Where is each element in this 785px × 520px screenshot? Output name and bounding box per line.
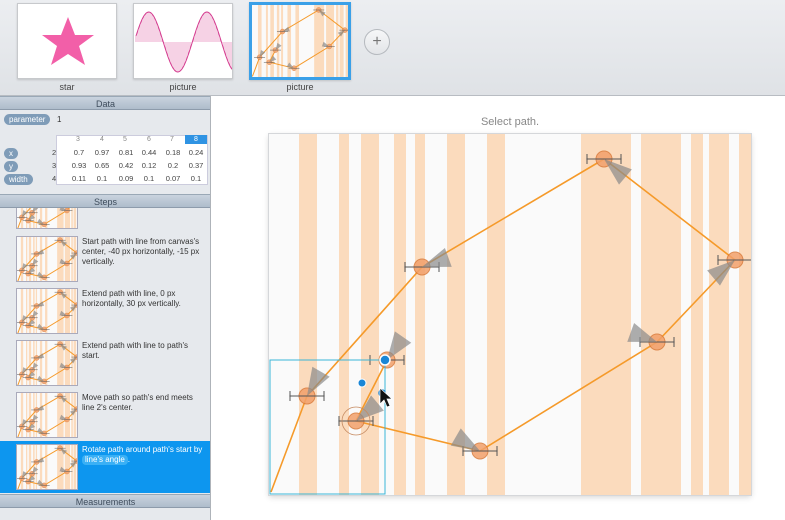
stripe [739, 134, 751, 495]
stripe [299, 134, 317, 495]
data-cell[interactable]: 0.37 [185, 161, 207, 170]
data-cell[interactable]: 0.1 [91, 174, 113, 183]
data-cell[interactable]: 4 [52, 174, 62, 183]
step-item[interactable] [0, 208, 210, 232]
canvas-drawing[interactable] [269, 134, 751, 495]
step-text: Extend path with line, 0 px horizontally… [82, 289, 181, 308]
step-item[interactable]: Start path with line from canvas's cente… [0, 233, 210, 285]
data-cell[interactable]: 0.1 [138, 174, 160, 183]
stripe [709, 134, 729, 495]
data-cell[interactable]: 0.24 [185, 148, 207, 157]
thumbnail-sine[interactable] [133, 3, 233, 79]
data-cell[interactable]: 0.93 [68, 161, 90, 170]
sidebar: Data parameter 1 3 4 5 6 7 8 x y width 2… [0, 96, 211, 520]
stripe [361, 134, 379, 495]
step-thumbnail [16, 444, 78, 490]
data-cell[interactable]: 0.81 [115, 148, 137, 157]
data-cell[interactable]: 0.42 [115, 161, 137, 170]
column-header[interactable]: 5 [114, 135, 136, 144]
step-item-selected[interactable]: Rotate path around path's start by line'… [0, 441, 210, 493]
stripe [641, 134, 681, 495]
steps-section-header[interactable]: Steps [0, 194, 210, 208]
step-thumbnail [16, 288, 78, 334]
step-item[interactable]: Extend path with line to path's start. [0, 337, 210, 389]
thumbnail-label: star [59, 82, 75, 92]
step-text-suffix: . [127, 455, 131, 464]
column-header-selected[interactable]: 8 [185, 135, 207, 144]
steps-list: Start path with line from canvas's cente… [0, 208, 210, 504]
data-cell[interactable]: 0.18 [162, 148, 184, 157]
measurements-section-header[interactable]: Measurements [0, 494, 210, 508]
drawing-canvas[interactable] [269, 134, 751, 495]
step-thumbnail [16, 236, 78, 282]
picture-filmstrip: star picture picture + [0, 0, 785, 96]
angle-token[interactable]: line's angle [82, 455, 128, 465]
thumbnail-label: picture [286, 82, 314, 92]
thumbnail-star[interactable] [17, 3, 117, 79]
selection-handle [379, 354, 391, 366]
row-name-x[interactable]: x [4, 148, 18, 159]
sine-wave-preview [135, 11, 232, 73]
data-cell[interactable]: 2 [52, 148, 62, 157]
step-thumbnail [16, 208, 78, 229]
data-cell[interactable]: 0.2 [162, 161, 184, 170]
path-preview [252, 5, 348, 77]
parameter-pill[interactable]: parameter [4, 114, 51, 125]
step-item[interactable]: Move path so path's end meets line 2's c… [0, 389, 210, 441]
data-cell[interactable]: 0.11 [68, 174, 90, 183]
instruction-text: Select path. [480, 116, 540, 128]
step-text: Extend path with line to path's start. [82, 341, 189, 360]
thumbnail-label: picture [169, 82, 197, 92]
data-cell[interactable]: 3 [52, 161, 62, 170]
data-section-header[interactable]: Data [0, 96, 210, 110]
stripe [394, 134, 406, 495]
data-cell[interactable]: 0.07 [162, 174, 184, 183]
selection-handle [357, 378, 367, 388]
step-thumbnail [16, 340, 78, 386]
data-cell[interactable]: 0.44 [138, 148, 160, 157]
data-cell[interactable]: 0.1 [185, 174, 207, 183]
step-text: Start path with line from canvas's cente… [82, 237, 200, 266]
add-picture-button[interactable]: + [364, 29, 390, 55]
step-text: Move path so path's end meets line 2's c… [82, 393, 193, 412]
data-cell[interactable]: 0.97 [91, 148, 113, 157]
data-cell[interactable]: 0.09 [115, 174, 137, 183]
data-cell[interactable]: 0.7 [68, 148, 90, 157]
column-header[interactable]: 4 [91, 135, 113, 144]
column-header[interactable]: 3 [67, 135, 89, 144]
step-item[interactable]: Extend path with line, 0 px horizontally… [0, 285, 210, 337]
row-name-y[interactable]: y [4, 161, 18, 172]
step-text-main: Rotate path around path's start by [82, 445, 203, 454]
step-thumbnail [16, 392, 78, 438]
step-text: Rotate path around path's start by line'… [82, 445, 207, 465]
data-cell[interactable]: 0.12 [138, 161, 160, 170]
row-name-width[interactable]: width [4, 174, 33, 185]
stripe [339, 134, 349, 495]
star-preview [42, 17, 94, 65]
stripe [415, 134, 425, 495]
stripe [581, 134, 631, 495]
column-header[interactable]: 7 [161, 135, 183, 144]
stripe [691, 134, 703, 495]
thumbnail-path-selected[interactable] [249, 2, 351, 80]
column-header[interactable]: 6 [138, 135, 160, 144]
parameter-value[interactable]: 1 [57, 115, 61, 124]
data-cell[interactable]: 0.65 [91, 161, 113, 170]
